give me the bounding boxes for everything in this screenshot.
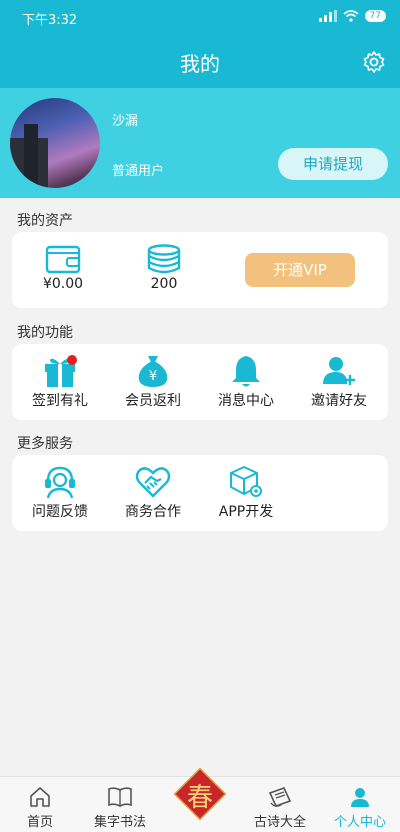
tab-home[interactable]: 首页 bbox=[0, 777, 80, 832]
services-section-title: 更多服务 bbox=[17, 436, 73, 452]
svg-text:春: 春 bbox=[187, 783, 213, 813]
status-bar: 下午3:32 77 bbox=[0, 0, 400, 34]
open-vip-button[interactable]: 开通VIP bbox=[245, 253, 355, 287]
functions-section-title: 我的功能 bbox=[17, 325, 73, 341]
headset-icon bbox=[45, 466, 75, 499]
app-development-item[interactable]: APP开发 bbox=[213, 465, 279, 521]
avatar[interactable] bbox=[10, 98, 100, 188]
service-label-2: APP开发 bbox=[218, 504, 274, 520]
status-icons: 77 bbox=[318, 10, 386, 22]
bell-icon bbox=[232, 356, 260, 387]
sign-in-gift-item[interactable]: 签到有礼 bbox=[27, 354, 93, 410]
profile-banner: 沙漏 普通用户 申请提现 bbox=[0, 88, 400, 198]
functions-card: 签到有礼 ¥ 会员返利 消息中心 邀请好友 bbox=[12, 344, 388, 420]
wifi-icon bbox=[343, 10, 359, 22]
handshake-icon bbox=[135, 467, 171, 498]
signal-icon bbox=[318, 10, 337, 22]
username: 沙漏 bbox=[112, 114, 139, 129]
service-label-1: 商务合作 bbox=[125, 504, 181, 520]
status-time: 下午3:32 bbox=[22, 13, 78, 28]
feedback-item[interactable]: 问题反馈 bbox=[27, 465, 93, 521]
coins-value: 200 bbox=[150, 276, 178, 292]
person-icon bbox=[351, 788, 369, 807]
tab-label-calligraphy: 集字书法 bbox=[93, 815, 146, 830]
member-rebate-item[interactable]: ¥ 会员返利 bbox=[120, 354, 186, 410]
coin-balance[interactable]: 200 bbox=[134, 244, 194, 292]
settings-gear-icon[interactable] bbox=[362, 50, 386, 74]
service-label-0: 问题反馈 bbox=[32, 504, 88, 520]
gift-icon bbox=[45, 355, 77, 387]
add-user-icon bbox=[323, 357, 355, 385]
page-title: 我的 bbox=[180, 52, 220, 76]
tab-label-ancient-poems: 古诗大全 bbox=[253, 815, 306, 830]
function-label-1: 会员返利 bbox=[125, 393, 181, 409]
assets-section-title: 我的资产 bbox=[17, 213, 73, 229]
function-label-0: 签到有礼 bbox=[32, 393, 88, 409]
spring-festival-emblem-icon[interactable]: 春 bbox=[170, 768, 230, 828]
tab-label-personal-center: 个人中心 bbox=[333, 815, 386, 830]
withdraw-button[interactable]: 申请提现 bbox=[278, 148, 388, 180]
svg-text:¥: ¥ bbox=[149, 369, 157, 384]
scroll-icon bbox=[268, 787, 292, 807]
tab-calligraphy[interactable]: 集字书法 bbox=[80, 777, 160, 832]
services-card: 问题反馈 商务合作 APP开发 bbox=[12, 455, 388, 531]
title-bar: 我的 bbox=[0, 34, 400, 88]
home-icon bbox=[30, 787, 50, 807]
assets-card: ¥0.00 200 开通VIP bbox=[12, 232, 388, 308]
battery-indicator: 77 bbox=[364, 10, 386, 22]
tab-label-home: 首页 bbox=[26, 815, 53, 830]
money-bag-icon: ¥ bbox=[138, 356, 168, 387]
book-icon bbox=[108, 787, 132, 807]
tab-ancient-poems[interactable]: 古诗大全 bbox=[240, 777, 320, 832]
wallet-icon bbox=[45, 245, 81, 274]
user-type: 普通用户 bbox=[112, 164, 165, 179]
message-center-item[interactable]: 消息中心 bbox=[213, 354, 279, 410]
tab-personal-center[interactable]: 个人中心 bbox=[320, 777, 400, 832]
invite-friends-item[interactable]: 邀请好友 bbox=[306, 354, 372, 410]
function-label-2: 消息中心 bbox=[218, 393, 274, 409]
wallet-balance[interactable]: ¥0.00 bbox=[32, 244, 94, 292]
business-cooperation-item[interactable]: 商务合作 bbox=[120, 465, 186, 521]
coins-stack-icon bbox=[147, 244, 181, 274]
function-label-3: 邀请好友 bbox=[311, 393, 367, 409]
box-gear-icon bbox=[230, 466, 262, 497]
balance-value: ¥0.00 bbox=[42, 276, 84, 292]
